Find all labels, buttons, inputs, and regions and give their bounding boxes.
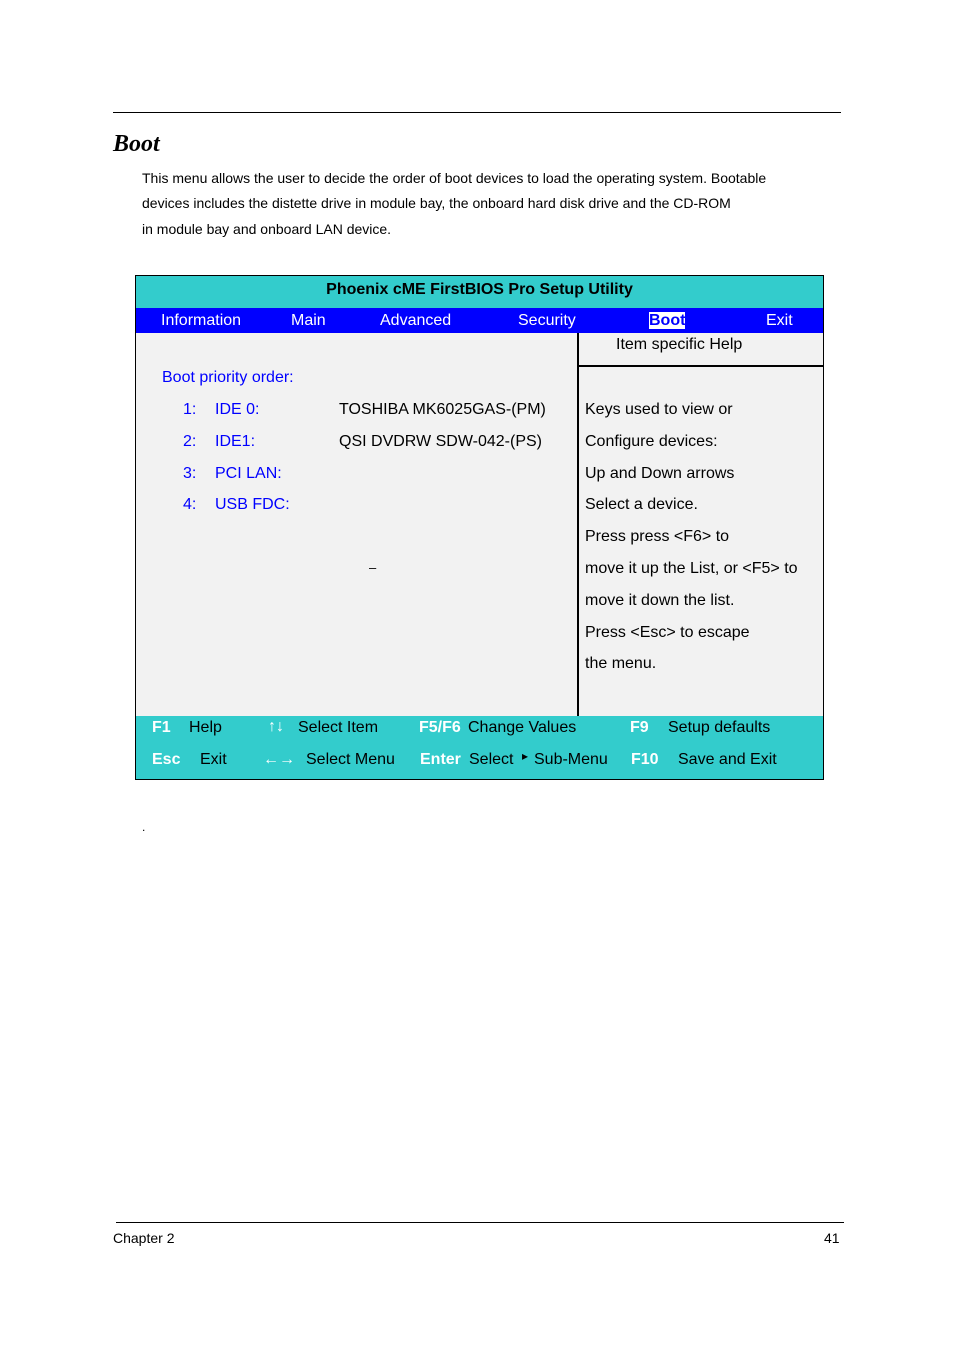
select-label: Select <box>469 751 514 768</box>
help-line: Select a device. <box>585 496 698 513</box>
bios-menubar: Information Main Advanced Security Boot … <box>136 308 823 333</box>
device-num: 4: <box>183 496 197 513</box>
select-item-label: Select Item <box>298 719 379 736</box>
save-exit-label: Save and Exit <box>678 751 777 768</box>
device-num: 2: <box>183 433 197 450</box>
device-name[interactable]: PCI LAN: <box>215 465 282 483</box>
page-number: 41 <box>824 1230 840 1246</box>
device-num: 3: <box>183 465 197 482</box>
key-f10: F10 <box>631 751 659 768</box>
bios-title: Phoenix cME FirstBIOS Pro Setup Utility <box>136 276 823 308</box>
help-line: move it up the List, or <F5> to <box>585 560 798 577</box>
help-line: Keys used to view or <box>585 401 733 418</box>
section-heading: Boot <box>113 131 160 157</box>
stray-dot: . <box>142 820 146 834</box>
menu-security[interactable]: Security <box>518 308 576 333</box>
panel-divider <box>577 333 579 716</box>
intro-line-3: in module bay and onboard LAN device. <box>142 221 392 237</box>
help-line: Configure devices: <box>585 433 718 450</box>
help-divider <box>577 365 823 367</box>
select-menu-label: Select Menu <box>306 751 395 768</box>
up-down-arrows-icon: ↑↓ <box>268 718 284 735</box>
device-name[interactable]: IDE1: <box>215 433 255 451</box>
boot-priority-label: Boot priority order: <box>162 369 294 386</box>
setup-defaults-label: Setup defaults <box>668 719 771 736</box>
bios-key-legend: F1 Help ↑↓ Select Item F5/F6 Change Valu… <box>136 716 823 779</box>
help-label: Help <box>189 719 222 736</box>
help-line: Press <Esc> to escape <box>585 624 750 641</box>
exit-label: Exit <box>200 751 227 768</box>
help-line: move it down the list. <box>585 592 735 609</box>
document-page: Boot This menu allows the user to decide… <box>0 0 954 1351</box>
chapter-label: Chapter 2 <box>113 1230 175 1246</box>
menu-advanced[interactable]: Advanced <box>380 308 451 333</box>
device-name[interactable]: USB FDC: <box>215 496 290 514</box>
dash-mark: – <box>369 560 377 575</box>
key-enter: Enter <box>420 751 461 768</box>
help-title: Item specific Help <box>616 336 743 353</box>
menu-information[interactable]: Information <box>161 308 241 333</box>
footer-rule <box>116 1222 844 1223</box>
help-line: Up and Down arrows <box>585 465 735 482</box>
sub-menu-label: Sub-Menu <box>534 751 608 768</box>
intro-line-2: devices includes the distette drive in m… <box>142 195 731 211</box>
device-value: TOSHIBA MK6025GAS-(PM) <box>339 401 546 418</box>
key-f5f6: F5/F6 <box>419 719 461 736</box>
intro-line-1: This menu allows the user to decide the … <box>142 170 767 186</box>
left-right-arrows-icon: ←→ <box>263 751 295 768</box>
key-f1: F1 <box>152 719 171 736</box>
help-line: Press press <F6> to <box>585 528 730 545</box>
device-num: 1: <box>183 401 197 418</box>
header-rule <box>113 112 841 113</box>
bios-screenshot: Phoenix cME FirstBIOS Pro Setup Utility … <box>135 275 824 780</box>
menu-exit[interactable]: Exit <box>766 308 793 333</box>
device-name[interactable]: IDE 0: <box>215 401 259 419</box>
change-values-label: Change Values <box>468 719 577 736</box>
device-value: QSI DVDRW SDW-042-(PS) <box>339 433 542 450</box>
menu-main[interactable]: Main <box>291 308 326 333</box>
key-f9: F9 <box>630 719 649 736</box>
triangle-right-icon: ▸ <box>522 749 529 763</box>
help-line: the menu. <box>585 655 657 672</box>
menu-boot[interactable]: Boot <box>649 312 686 329</box>
key-esc: Esc <box>152 751 181 768</box>
